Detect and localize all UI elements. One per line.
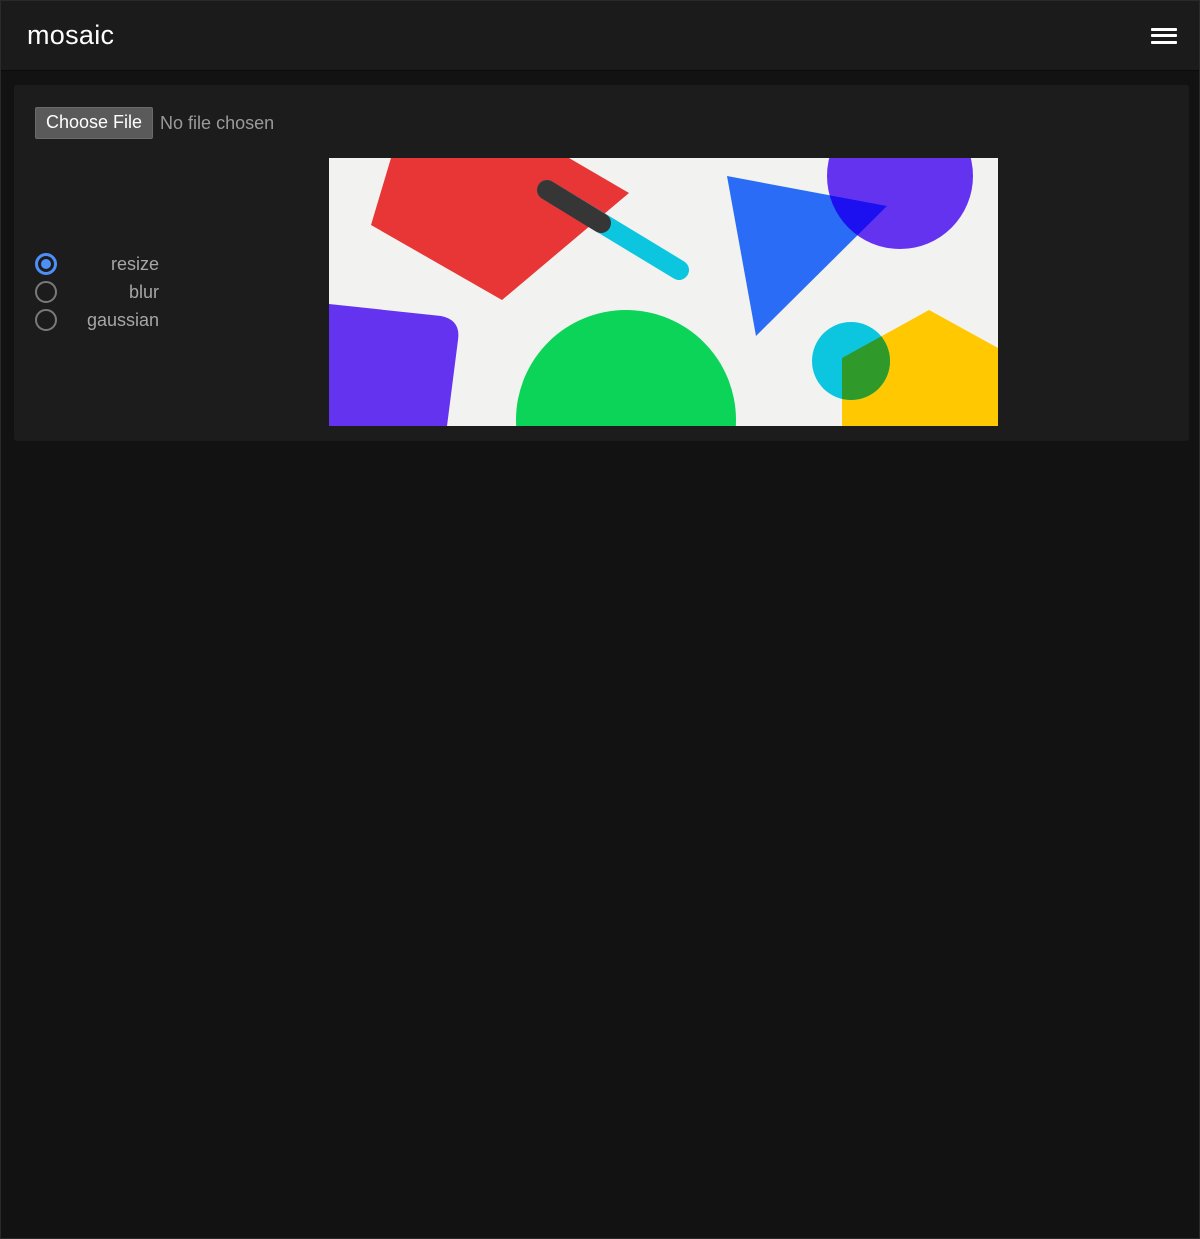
file-status-text: No file chosen xyxy=(160,112,275,133)
choose-file-button[interactable]: Choose File xyxy=(35,107,154,139)
hamburger-menu-icon[interactable] xyxy=(1151,26,1177,46)
preview-image xyxy=(329,158,998,426)
purple-square-shape xyxy=(329,304,459,426)
option-gaussian[interactable]: gaussian xyxy=(35,306,159,334)
app-title: mosaic xyxy=(27,20,115,50)
option-label: blur xyxy=(128,281,159,302)
mode-options: resize blur gaussian xyxy=(35,250,159,334)
menu-bar xyxy=(1151,27,1177,31)
option-label: gaussian xyxy=(86,309,159,330)
file-input[interactable]: Choose File No file chosen xyxy=(35,107,274,139)
option-resize[interactable]: resize xyxy=(35,250,159,278)
app-window: mosaic Choose File No file chosen resize… xyxy=(0,0,1200,1239)
radio-blur[interactable] xyxy=(35,281,57,303)
option-label: resize xyxy=(110,253,159,274)
image-preview xyxy=(329,158,998,426)
option-blur[interactable]: blur xyxy=(35,278,159,306)
menu-bar xyxy=(1151,40,1177,44)
navbar: mosaic xyxy=(1,1,1199,71)
red-square-shape xyxy=(371,158,629,300)
main-panel: Choose File No file chosen resize blur g… xyxy=(14,85,1189,441)
menu-bar xyxy=(1151,34,1177,37)
radio-resize[interactable] xyxy=(35,253,57,275)
green-circle-shape xyxy=(516,310,736,426)
radio-gaussian[interactable] xyxy=(35,309,57,331)
